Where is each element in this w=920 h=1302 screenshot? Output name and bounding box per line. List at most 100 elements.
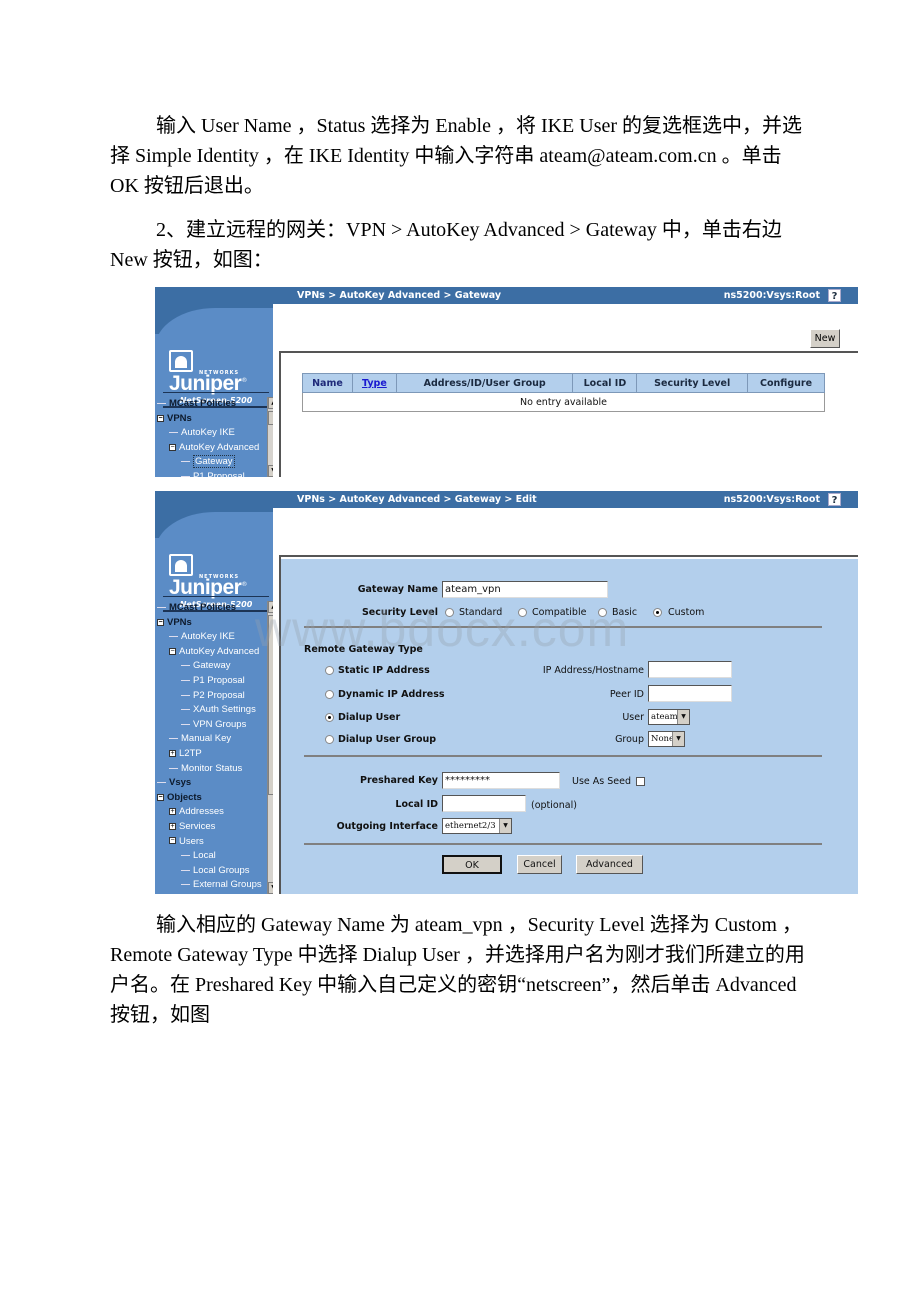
collapse-icon[interactable]: − (169, 647, 176, 655)
dialup-user-label: Dialup User (338, 712, 401, 723)
outgoing-interface-select[interactable]: ethernet2/3 ▼ (442, 818, 512, 834)
group-select[interactable]: None ▼ (648, 731, 685, 747)
security-standard-label: Standard (459, 607, 503, 618)
empty-message: No entry available (302, 392, 825, 412)
tree-item[interactable]: Manual Key (155, 732, 267, 747)
tree-item[interactable]: Gateway (155, 455, 267, 470)
tree-item-label: Services (179, 820, 216, 832)
tree-connector (181, 855, 190, 857)
optional-note: (optional) (531, 800, 577, 811)
col-address: Address/ID/User Group (395, 373, 574, 393)
tree-item[interactable]: Monitor Status (155, 762, 267, 777)
tree-item[interactable]: − VPNs (155, 412, 267, 427)
tree-connector (169, 636, 178, 638)
tree-item-label: VPNs (167, 412, 192, 424)
tree-item[interactable]: P2 Proposal (155, 689, 267, 704)
tree-item[interactable]: External Groups (155, 878, 267, 893)
instruction-paragraph-1: 输入 User Name ，Status 选择为 Enable ，将 IKE U… (110, 111, 810, 201)
advanced-button[interactable]: Advanced (576, 855, 643, 874)
tree-item-label: MCast Policies (169, 398, 237, 409)
col-name[interactable]: Name (302, 373, 353, 393)
dropdown-arrow-icon[interactable]: ▼ (677, 710, 689, 724)
collapse-icon[interactable]: − (157, 414, 164, 422)
tree-connector (181, 709, 190, 711)
tree-item[interactable]: MCast Policies (155, 397, 267, 412)
use-as-seed-checkbox[interactable] (636, 777, 645, 786)
tree-item[interactable]: − AutoKey Advanced (155, 645, 267, 660)
tree-item[interactable]: − VPNs (155, 616, 267, 631)
tree-item-label: P1 Proposal (193, 674, 245, 686)
dialup-user-group-radio[interactable] (325, 735, 334, 744)
tree-item[interactable]: + Services (155, 820, 267, 835)
tree-item-label: Gateway (193, 455, 235, 469)
local-id-input[interactable] (442, 795, 526, 812)
preshared-key-input[interactable]: ********* (442, 772, 560, 789)
expand-icon[interactable]: + (169, 808, 176, 816)
gateway-table: Name Type Address/ID/User Group Local ID… (302, 373, 825, 412)
tree-item-label: Local Groups (193, 864, 250, 876)
tree-item[interactable]: AutoKey IKE (155, 426, 267, 441)
ip-hostname-input[interactable] (648, 661, 732, 678)
tree-item[interactable]: Local (155, 849, 267, 864)
tree-item[interactable]: − AutoKey Advanced (155, 441, 267, 456)
gateway-name-input[interactable]: ateam_vpn (442, 581, 608, 598)
dynamic-ip-radio[interactable] (325, 690, 334, 699)
security-compatible-radio[interactable] (518, 608, 527, 617)
ok-button[interactable]: OK (442, 855, 502, 874)
static-ip-radio[interactable] (325, 666, 334, 675)
help-icon[interactable]: ? (828, 493, 841, 506)
collapse-icon[interactable]: − (169, 837, 176, 845)
preshared-key-label: Preshared Key (360, 775, 438, 786)
tree-item[interactable]: Local Groups (155, 864, 267, 879)
tree-item-label: AutoKey IKE (181, 631, 235, 643)
tree-item[interactable]: P1 Proposal (155, 674, 267, 689)
help-icon[interactable]: ? (828, 289, 841, 302)
tree-item-label: Users (179, 835, 204, 847)
content-frame (279, 351, 858, 477)
collapse-icon[interactable]: − (169, 443, 176, 451)
tree-item[interactable]: − Users (155, 835, 267, 850)
nav-tree: MCast Policies − VPNs AutoKey IKE − AutoKey A… (155, 397, 267, 477)
dropdown-arrow-icon[interactable]: ▼ (499, 819, 511, 833)
col-security-level: Security Level (636, 373, 749, 393)
tree-connector (181, 475, 190, 477)
tree-item[interactable]: Gateway (155, 659, 267, 674)
tree-item[interactable]: + Addresses (155, 805, 267, 820)
col-type[interactable]: Type (351, 373, 397, 393)
dropdown-arrow-icon[interactable]: ▼ (672, 732, 684, 746)
tree-item[interactable]: MCast Policies (155, 601, 267, 616)
cancel-button[interactable]: Cancel (517, 855, 562, 874)
user-select[interactable]: ateam ▼ (648, 709, 690, 725)
tree-connector (169, 432, 178, 434)
tree-item[interactable]: XAuth Settings (155, 703, 267, 718)
security-basic-radio[interactable] (598, 608, 607, 617)
security-compatible-label: Compatible (532, 607, 587, 618)
vsys-label: ns5200:Vsys:Root (723, 494, 820, 505)
tree-item[interactable]: P1 Proposal (155, 470, 267, 477)
tree-item[interactable]: − Objects (155, 791, 267, 806)
gateway-name-label: Gateway Name (357, 584, 438, 595)
group-select-value: None (651, 734, 675, 744)
tree-item[interactable]: + L2TP (155, 747, 267, 762)
collapse-icon[interactable]: − (157, 618, 164, 626)
tree-item-label: P2 Proposal (193, 689, 245, 701)
tree-connector (181, 694, 190, 696)
paragraph-text: 2、建立远程的网关：VPN > AutoKey Advanced > Gatew… (110, 219, 782, 271)
tree-item[interactable]: VPN Groups (155, 718, 267, 733)
tree-item-label: L2TP (179, 747, 202, 759)
expand-icon[interactable]: + (169, 822, 176, 830)
ip-hostname-label: IP Address/Hostname (542, 665, 644, 676)
expand-icon[interactable]: + (169, 749, 176, 757)
security-custom-radio[interactable] (653, 608, 662, 617)
tree-item[interactable]: AutoKey IKE (155, 630, 267, 645)
new-button[interactable]: New (810, 329, 840, 348)
tree-item[interactable]: Vsys (155, 776, 267, 791)
content-area: New Name Type Address/ID/User Group Loca… (273, 304, 858, 477)
peer-id-input[interactable] (648, 685, 732, 702)
security-standard-radio[interactable] (445, 608, 454, 617)
group-label: Group (615, 734, 644, 745)
collapse-icon[interactable]: − (157, 793, 164, 801)
tree-connector (157, 782, 166, 784)
nav-tree: MCast Policies − VPNs AutoKey IKE − AutoKey A… (155, 601, 267, 893)
dialup-user-radio[interactable] (325, 713, 334, 722)
